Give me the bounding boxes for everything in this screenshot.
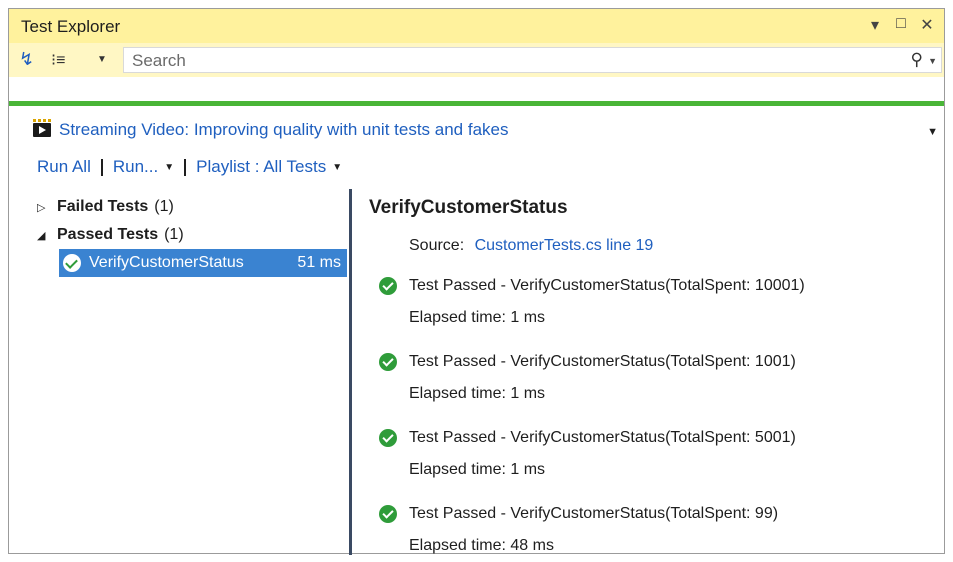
playlist-link[interactable]: Playlist : All Tests: [196, 157, 326, 177]
close-icon[interactable]: ✕: [920, 15, 934, 35]
test-result: Test Passed - VerifyCustomerStatus(Total…: [379, 275, 805, 327]
separator: [184, 158, 187, 176]
collapse-icon[interactable]: ◢: [37, 229, 51, 242]
group-count: (1): [154, 198, 174, 215]
toolbar: ↯ ⁝≡ ▼ ⚲ ▼: [9, 43, 944, 77]
test-result: Test Passed - VerifyCustomerStatus(Total…: [379, 351, 796, 403]
window-title: Test Explorer: [21, 17, 121, 36]
source-label: Source:: [409, 237, 465, 254]
maximize-icon[interactable]: □: [894, 15, 908, 35]
result-text: Test Passed - VerifyCustomerStatus(Total…: [409, 353, 796, 370]
detail-title: VerifyCustomerStatus: [369, 197, 568, 218]
elapsed-time: Elapsed time: 1 ms: [409, 461, 546, 478]
result-text: Test Passed - VerifyCustomerStatus(Total…: [409, 277, 805, 294]
video-icon: [33, 119, 51, 137]
group-by-dropdown-icon[interactable]: ▼: [97, 54, 107, 65]
expand-icon[interactable]: ▷: [37, 201, 51, 214]
passed-check-icon: [379, 277, 397, 295]
window-controls: ▾ □ ✕: [868, 15, 934, 35]
run-tests-icon[interactable]: ↯: [19, 49, 34, 70]
search-input[interactable]: [130, 50, 854, 72]
test-details-pane: VerifyCustomerStatus Source: CustomerTes…: [369, 197, 934, 554]
tree-item-verify-customer-status[interactable]: VerifyCustomerStatus 51 ms: [59, 249, 347, 277]
elapsed-time: Elapsed time: 48 ms: [409, 537, 554, 554]
promo-banner: Streaming Video: Improving quality with …: [33, 119, 508, 141]
source-line: Source: CustomerTests.cs line 19: [409, 237, 653, 255]
test-explorer-window: Test Explorer ▾ □ ✕ ↯ ⁝≡ ▼ ⚲ ▼ Streaming…: [8, 8, 945, 555]
action-bar: Run All Run... ▼ Playlist : All Tests ▼: [37, 155, 342, 179]
passed-check-icon: [63, 254, 81, 272]
test-result: Test Passed - VerifyCustomerStatus(Total…: [379, 427, 796, 479]
search-icon[interactable]: ⚲: [911, 50, 923, 70]
search-options-icon[interactable]: ▼: [928, 56, 937, 66]
source-link[interactable]: CustomerTests.cs line 19: [475, 237, 654, 254]
elapsed-time: Elapsed time: 1 ms: [409, 309, 546, 326]
group-count: (1): [164, 226, 184, 243]
passed-check-icon: [379, 429, 397, 447]
search-box: ⚲ ▼: [123, 47, 942, 73]
run-dropdown-icon[interactable]: ▼: [164, 162, 174, 173]
elapsed-time: Elapsed time: 1 ms: [409, 385, 546, 402]
title-bar: Test Explorer ▾ □ ✕: [9, 9, 944, 43]
test-name: VerifyCustomerStatus: [89, 254, 244, 271]
promo-link[interactable]: Streaming Video: Improving quality with …: [59, 120, 508, 140]
test-status-bar: [9, 101, 944, 106]
playlist-dropdown-icon[interactable]: ▼: [332, 162, 342, 173]
dropdown-icon[interactable]: ▾: [868, 15, 882, 35]
tree-group-failed[interactable]: ▷ Failed Tests (1): [37, 193, 349, 221]
run-link[interactable]: Run...: [113, 157, 158, 177]
tree-group-passed[interactable]: ◢ Passed Tests (1): [37, 221, 349, 249]
test-duration: 51 ms: [297, 254, 341, 271]
run-all-link[interactable]: Run All: [37, 157, 91, 177]
group-by-icon[interactable]: ⁝≡: [51, 50, 65, 70]
passed-check-icon: [379, 505, 397, 523]
test-tree: ▷ Failed Tests (1) ◢ Passed Tests (1) Ve…: [37, 193, 349, 277]
separator: [100, 158, 103, 176]
group-label: Passed Tests: [57, 226, 159, 243]
group-label: Failed Tests: [57, 198, 149, 215]
pane-splitter[interactable]: [349, 189, 352, 555]
result-text: Test Passed - VerifyCustomerStatus(Total…: [409, 429, 796, 446]
promo-dropdown-icon[interactable]: ▼: [927, 126, 938, 138]
result-text: Test Passed - VerifyCustomerStatus(Total…: [409, 505, 779, 522]
test-result: Test Passed - VerifyCustomerStatus(Total…: [379, 503, 778, 555]
passed-check-icon: [379, 353, 397, 371]
